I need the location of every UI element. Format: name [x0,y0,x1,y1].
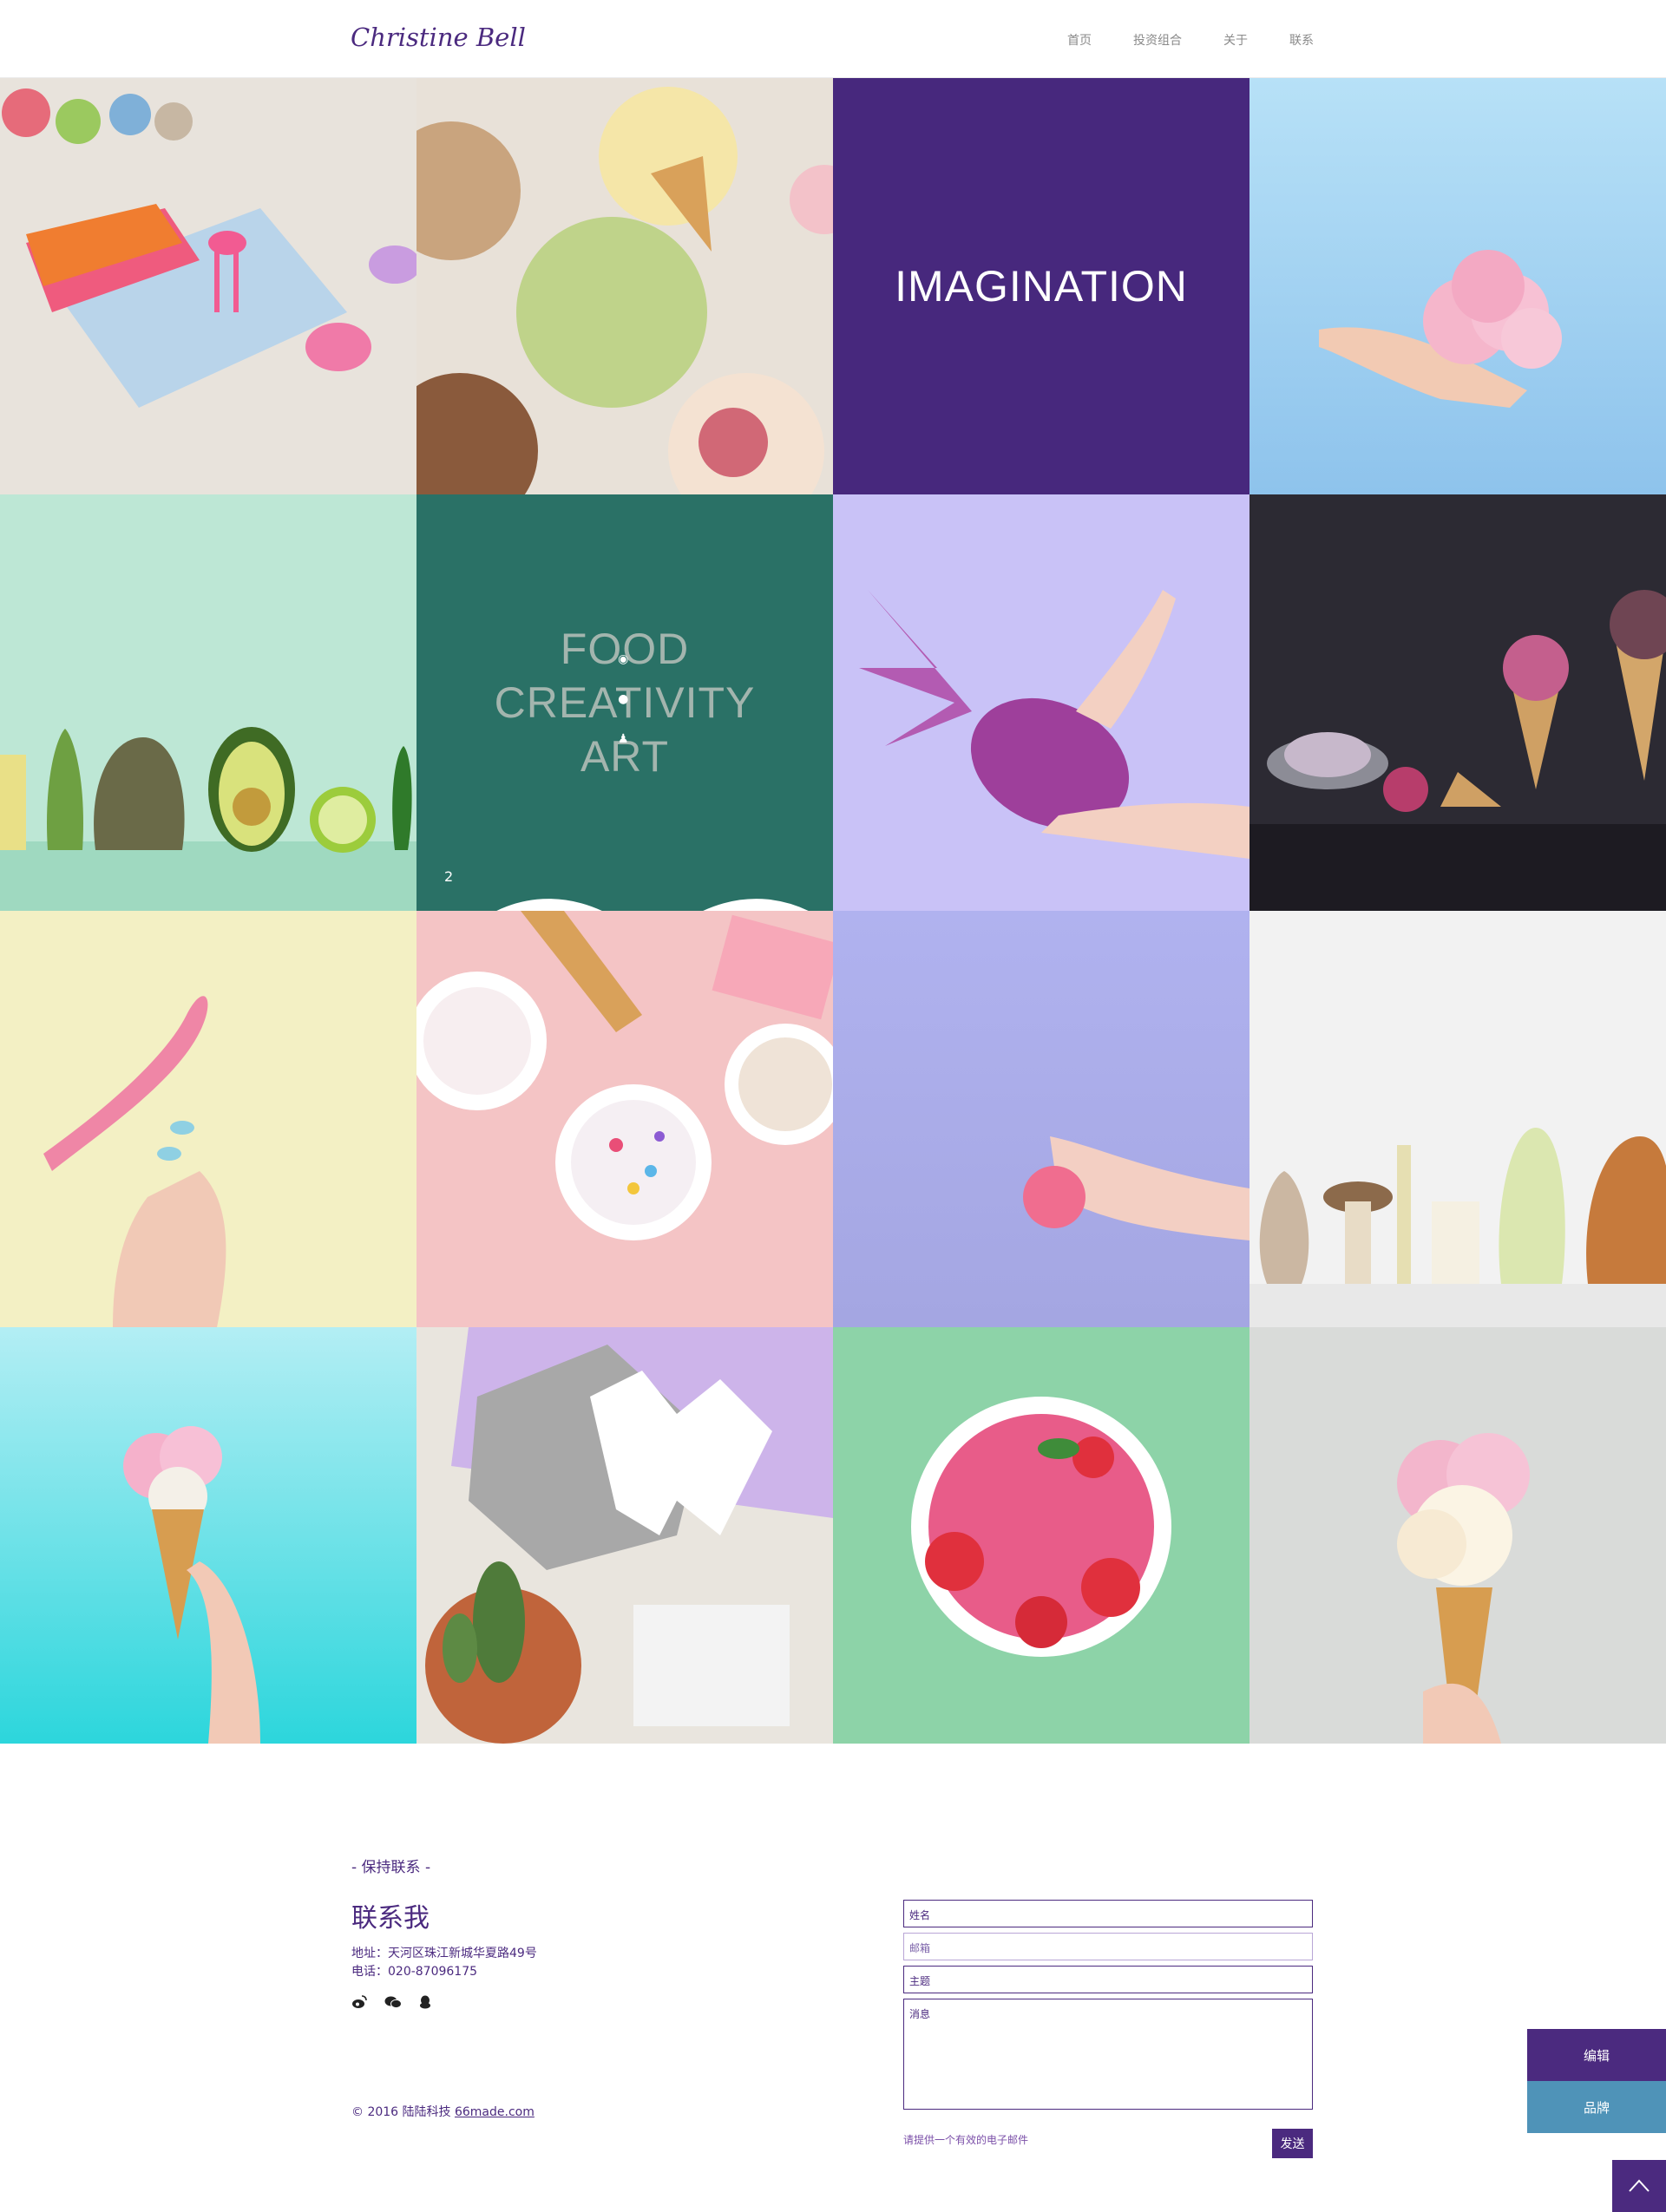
portfolio-tile-veggie-lineup[interactable] [1250,911,1666,1327]
send-button[interactable]: 发送 [1272,2129,1313,2158]
portfolio-tile-ice-cream-cups[interactable] [416,911,833,1327]
contact-section: - 保持联系 - 联系我 地址：天河区珠江新城华夏路49号 电话：020-870… [0,1744,1666,2212]
contact-title: 联系我 [351,1903,430,1934]
portfolio-tile-vegetables[interactable] [0,494,416,911]
dark-ice-cream-cones-image [1250,494,1666,911]
brand-button[interactable]: 品牌 [1527,2081,1666,2133]
hover-share-icons: ◉ ● ♟ [618,652,629,746]
portfolio-tile-letter-m-cactus[interactable] [416,1327,833,1744]
nav-portfolio[interactable]: 投资组合 [1133,31,1182,49]
portfolio-tile-cotton-candy-cone-teal[interactable] [0,1327,416,1744]
portfolio-tile-pink-apple[interactable] [833,911,1250,1327]
wechat-icon[interactable] [384,1995,402,2009]
flamingos-image [0,78,416,494]
message-field[interactable]: 消息 [903,1999,1313,2110]
contact-form: 姓名 邮箱 主题 消息 请提供一个有效的电子邮件 发送 [903,1900,1313,2158]
pink-apple-image [833,911,1250,1327]
email-field[interactable]: 邮箱 [903,1933,1313,1960]
contact-kicker: - 保持联系 - [351,1859,431,1876]
copyright: © 2016 陆陆科技 66made.com [351,2103,535,2120]
portfolio-tile-cotton-candy-cone-grey[interactable] [1250,1327,1666,1744]
weibo-share-icon[interactable]: ◉ [618,652,629,666]
letter-m-cactus-image [416,1327,833,1744]
purple-pineapple-image [833,494,1250,911]
back-to-top-button[interactable] [1612,2160,1666,2212]
veggie-lineup-image [1250,911,1666,1327]
portfolio-tile-flamingos[interactable] [0,78,416,494]
nav-contact[interactable]: 联系 [1289,31,1314,49]
wechat-share-icon[interactable]: ● [618,692,629,706]
contact-phone: 电话：020-87096175 [351,1965,478,1979]
cotton-candy-hand-image [1250,78,1666,494]
vegetables-image [0,494,416,911]
social-links [351,1995,431,2009]
portfolio-tile-imagination[interactable]: IMAGINATION [833,78,1250,494]
weibo-icon[interactable] [351,1995,367,2009]
portfolio-tile-purple-pineapple[interactable] [833,494,1250,911]
imagination-title: IMAGINATION [895,262,1188,311]
nav-about[interactable]: 关于 [1223,31,1248,49]
portfolio-tile-strawberry-sorbet[interactable] [833,1327,1250,1744]
ice-cream-scoops-image [416,78,833,494]
email-validation-hint: 请提供一个有效的电子邮件 [903,2134,1029,2146]
copyright-link[interactable]: 66made.com [455,2105,535,2119]
portfolio-tile-food-creativity-art[interactable]: FOOD CREATIVITY ART ◉ ● ♟ 2 [416,494,833,911]
strawberry-sorbet-image [833,1327,1250,1744]
cotton-candy-cone-teal-image [0,1327,416,1744]
portfolio-grid: IMAGINATION FOOD CREATIVITY ART ◉ ● ♟ 2 [0,78,1666,1744]
subject-field[interactable]: 主题 [903,1966,1313,1993]
like-button[interactable]: 2 [444,868,809,911]
portfolio-tile-cotton-candy-hand[interactable] [1250,78,1666,494]
contact-address: 地址：天河区珠江新城华夏路49号 [351,1947,537,1960]
chevron-up-icon [1629,2179,1650,2192]
nav-home[interactable]: 首页 [1067,31,1092,49]
pink-banana-image [0,911,416,1327]
portfolio-tile-ice-cream-scoops[interactable] [416,78,833,494]
main-nav: 首页 投资组合 关于 联系 [1067,31,1314,49]
name-field[interactable]: 姓名 [903,1900,1313,1927]
portfolio-tile-dark-ice-cream-cones[interactable] [1250,494,1666,911]
heart-icon [496,899,809,911]
copyright-text: © 2016 陆陆科技 [351,2105,455,2119]
portfolio-tile-pink-banana[interactable] [0,911,416,1327]
edit-button[interactable]: 编辑 [1527,2029,1666,2081]
ice-cream-cups-image [416,911,833,1327]
contact-details: 地址：天河区珠江新城华夏路49号 电话：020-87096175 [351,1945,537,1981]
site-header: Christine Bell 首页 投资组合 关于 联系 [0,0,1666,78]
share-icon [807,887,833,911]
site-logo[interactable]: Christine Bell [351,23,526,52]
qq-share-icon[interactable]: ♟ [618,732,629,746]
qq-icon[interactable] [419,1995,431,2009]
cotton-candy-cone-grey-image [1250,1327,1666,1744]
